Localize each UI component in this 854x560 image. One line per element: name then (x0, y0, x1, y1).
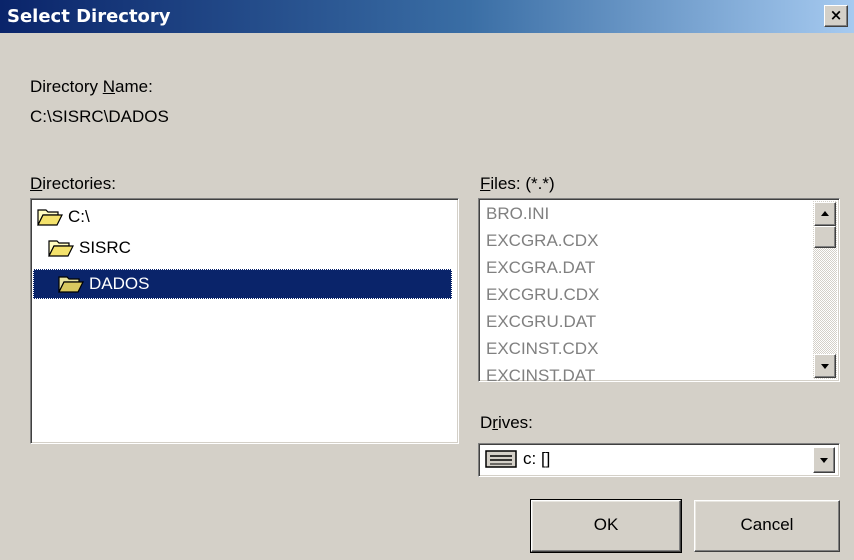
directories-label: Directories: (30, 174, 116, 193)
drive-value: c: [] (523, 449, 551, 468)
open-folder-icon (58, 276, 84, 293)
title-bar[interactable]: Select Directory × (0, 0, 854, 33)
scroll-up-button[interactable] (814, 202, 836, 226)
directory-item[interactable]: SISRC (48, 234, 131, 262)
scroll-thumb[interactable] (814, 226, 836, 248)
window-title: Select Directory (7, 6, 171, 27)
open-folder-icon (48, 240, 74, 257)
directory-item-selected[interactable]: DADOS (33, 269, 452, 299)
drive-selected: c: [] (485, 449, 550, 469)
file-item[interactable]: EXCGRU.DAT (481, 308, 809, 335)
directory-item[interactable]: C:\ (37, 203, 90, 231)
drives-label: Drives: (480, 413, 533, 432)
directory-name-value: C:\SISRC\DADOS (30, 107, 169, 126)
files-listbox[interactable]: BRO.INI EXCGRA.CDX EXCGRA.DAT EXCGRU.CDX… (478, 198, 840, 382)
open-folder-icon (37, 209, 63, 226)
file-item[interactable]: BRO.INI (481, 200, 809, 227)
file-item[interactable]: EXCINST.DAT (481, 362, 809, 381)
file-item[interactable]: EXCGRU.CDX (481, 281, 809, 308)
file-item[interactable]: EXCINST.CDX (481, 335, 809, 362)
files-list: BRO.INI EXCGRA.CDX EXCGRA.DAT EXCGRU.CDX… (481, 200, 809, 381)
arrow-down-icon (821, 364, 829, 369)
hard-drive-icon (485, 450, 517, 468)
ok-button[interactable]: OK (530, 499, 682, 553)
close-icon: × (829, 6, 843, 24)
directory-item-label: DADOS (89, 274, 150, 293)
arrow-up-icon (821, 211, 829, 216)
scroll-down-button[interactable] (814, 354, 836, 378)
cancel-button[interactable]: Cancel (694, 500, 840, 552)
directory-item-label: SISRC (79, 238, 131, 257)
drives-dropdown-button[interactable] (813, 447, 835, 473)
file-item[interactable]: EXCGRA.DAT (481, 254, 809, 281)
drives-combobox[interactable]: c: [] (478, 443, 840, 477)
file-item[interactable]: EXCGRA.CDX (481, 227, 809, 254)
chevron-down-icon (820, 458, 828, 463)
directory-name-label: Directory Name: (30, 77, 153, 96)
close-button[interactable]: × (824, 5, 848, 27)
files-label: Files: (*.*) (480, 174, 555, 193)
directory-item-label: C:\ (68, 207, 90, 226)
directories-listbox[interactable]: C:\ SISRC DADOS (30, 198, 459, 444)
